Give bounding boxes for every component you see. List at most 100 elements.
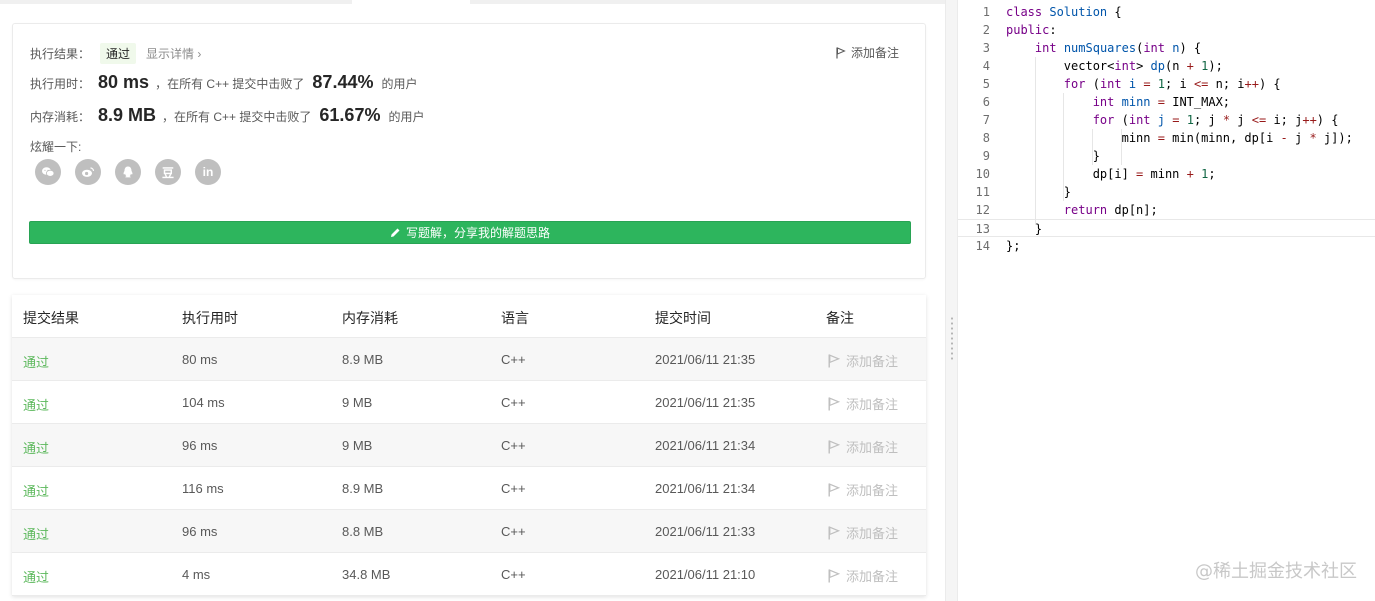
row-runtime: 116 ms <box>182 481 224 496</box>
row-runtime: 80 ms <box>182 352 218 367</box>
runtime-prefix: ，在所有 C++ 提交中击败了 <box>155 77 305 91</box>
row-language: C++ <box>501 395 526 410</box>
header-runtime: 执行用时 <box>182 310 238 326</box>
code-text: int numSquares(int n) { <box>1034 41 1202 55</box>
result-label: 执行结果： <box>30 46 91 61</box>
wechat-icon[interactable] <box>35 159 61 185</box>
drag-handle-icon <box>951 316 953 360</box>
row-add-note-button[interactable]: 添加备注 <box>828 437 898 456</box>
code-editor[interactable]: 1 class Solution {2 public: 3 int numSquare… <box>958 0 1375 601</box>
show-details-link[interactable]: 显示详情 › <box>146 45 201 62</box>
row-language: C++ <box>501 524 526 539</box>
table-row: 通过 116 ms 8.9 MB C++ 2021/06/11 21:34 添加备注 <box>12 467 926 510</box>
code-line[interactable]: 9 } <box>958 147 1375 165</box>
row-memory: 9 MB <box>342 438 373 453</box>
code-text: dp[i] = minn + 1; <box>1006 167 1216 181</box>
write-solution-label: 写题解，分享我的解题思路 <box>405 226 550 240</box>
code-line[interactable]: 11 } <box>958 183 1375 201</box>
header-memory: 内存消耗 <box>342 310 398 326</box>
code-line[interactable]: 4 vector<int> dp(n + 1); <box>958 57 1375 75</box>
code-line[interactable]: 13 } <box>958 219 1375 237</box>
flag-icon <box>828 482 840 497</box>
line-number: 13 <box>975 222 990 236</box>
row-add-note-label: 添加备注 <box>846 526 899 541</box>
code-text: } <box>1006 149 1100 163</box>
line-number: 7 <box>982 113 990 127</box>
line-number: 12 <box>975 203 990 217</box>
row-runtime: 96 ms <box>182 524 218 539</box>
code-line[interactable]: 5 for (int i = 1; i <= n; i++) { <box>958 75 1375 93</box>
code-text: vector<int> dp(n + 1); <box>1006 59 1223 73</box>
memory-value: 8.9 MB <box>98 105 157 125</box>
douban-icon[interactable]: 豆 <box>155 159 181 185</box>
code-line[interactable]: 6 int minn = INT_MAX; <box>958 93 1375 111</box>
code-text: } <box>1006 222 1043 236</box>
code-line[interactable]: 10 dp[i] = minn + 1; <box>958 165 1375 183</box>
runtime-stat: 执行用时： 80 ms ，在所有 C++ 提交中击败了 87.44% 的用户 <box>30 72 418 93</box>
code-line[interactable]: 1 class Solution { <box>958 3 1375 21</box>
submissions-table: 提交结果 执行用时 内存消耗 语言 提交时间 备注 通过 80 ms 8.9 MB C… <box>12 295 926 596</box>
row-memory: 9 MB <box>342 395 373 410</box>
row-add-note-label: 添加备注 <box>846 397 899 412</box>
row-add-note-button[interactable]: 添加备注 <box>828 351 898 370</box>
line-number: 5 <box>982 77 990 91</box>
row-add-note-button[interactable]: 添加备注 <box>828 566 898 585</box>
row-memory: 8.9 MB <box>342 481 384 496</box>
row-status-link[interactable]: 通过 <box>23 567 49 586</box>
flag-icon <box>828 353 840 368</box>
indent-guide <box>1035 57 1036 225</box>
row-runtime: 104 ms <box>182 395 225 410</box>
code-line[interactable]: 12 return dp[n]; <box>958 201 1375 219</box>
row-language: C++ <box>501 567 526 582</box>
row-add-note-label: 添加备注 <box>846 354 899 369</box>
line-number: 11 <box>975 185 990 199</box>
memory-label: 内存消耗： <box>30 110 91 124</box>
table-row: 通过 104 ms 9 MB C++ 2021/06/11 21:35 添加备注 <box>12 381 926 424</box>
row-status-link[interactable]: 通过 <box>23 395 49 414</box>
row-status-link[interactable]: 通过 <box>23 481 49 500</box>
linkedin-text: in <box>202 165 214 179</box>
write-solution-button[interactable]: 写题解，分享我的解题思路 <box>29 221 911 244</box>
watermark: @稀土掘金技术社区 <box>1195 561 1357 582</box>
active-tab[interactable] <box>352 0 470 4</box>
table-header: 提交结果 执行用时 内存消耗 语言 提交时间 备注 <box>12 295 926 338</box>
pane-resize-handle[interactable] <box>945 0 958 601</box>
linkedin-icon[interactable]: in <box>195 159 221 185</box>
weibo-icon[interactable] <box>75 159 101 185</box>
line-number: 4 <box>982 59 990 73</box>
result-row: 执行结果： 通过 显示详情 › <box>30 42 201 64</box>
row-status-link[interactable]: 通过 <box>23 524 49 543</box>
code-line[interactable]: 14}; <box>958 237 1375 255</box>
share-label: 炫耀一下: <box>30 140 82 154</box>
code-text: minn = min(minn, dp[i - j * j]); <box>1006 131 1353 145</box>
pencil-icon <box>390 228 400 237</box>
runtime-value: 80 ms <box>98 72 150 92</box>
code-line[interactable]: 2 public: <box>958 21 1375 39</box>
row-add-note-button[interactable]: 添加备注 <box>828 480 898 499</box>
add-note-button[interactable]: 添加备注 <box>836 44 899 61</box>
code-line[interactable]: 7 for (int j = 1; j * j <= i; j++) { <box>958 111 1375 129</box>
code-line[interactable]: 8 minn = min(minn, dp[i - j * j]); <box>958 129 1375 147</box>
flag-icon <box>828 525 840 540</box>
memory-suffix: 的用户 <box>388 110 425 124</box>
row-submitted-time: 2021/06/11 21:10 <box>655 567 756 582</box>
code-text: } <box>1006 185 1072 199</box>
code-text: return dp[n]; <box>1063 203 1158 217</box>
row-language: C++ <box>501 481 526 496</box>
line-number: 2 <box>982 23 990 37</box>
row-add-note-button[interactable]: 添加备注 <box>828 394 898 413</box>
code-line[interactable]: 3 int numSquares(int n) { <box>958 39 1375 57</box>
qq-icon[interactable] <box>115 159 141 185</box>
row-status-link[interactable]: 通过 <box>23 352 49 371</box>
row-status-link[interactable]: 通过 <box>23 438 49 457</box>
table-row: 通过 96 ms 8.8 MB C++ 2021/06/11 21:33 添加备注 <box>12 510 926 553</box>
line-number: 10 <box>975 167 990 181</box>
row-add-note-button[interactable]: 添加备注 <box>828 523 898 542</box>
row-runtime: 96 ms <box>182 438 218 453</box>
add-note-label: 添加备注 <box>850 46 899 60</box>
header-language: 语言 <box>501 310 529 326</box>
row-memory: 34.8 MB <box>342 567 391 582</box>
indent-guide <box>1121 129 1122 165</box>
row-submitted-time: 2021/06/11 21:34 <box>655 481 756 496</box>
code-text: for (int j = 1; j * j <= i; j++) { <box>1092 113 1339 127</box>
